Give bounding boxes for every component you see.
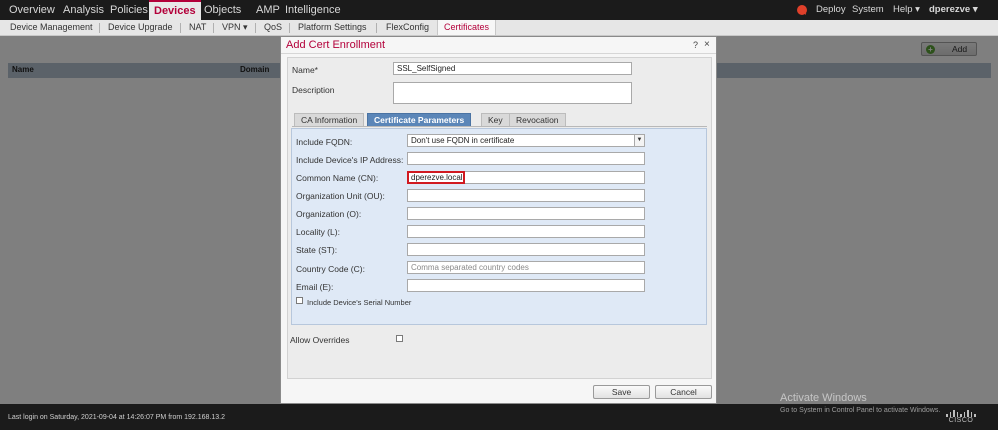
- deploy-link[interactable]: Deploy: [816, 0, 846, 20]
- subnav-device-upgrade[interactable]: Device Upgrade: [108, 20, 173, 35]
- divider: [255, 23, 256, 33]
- allow-overrides-checkbox[interactable]: [396, 335, 403, 342]
- subnav-platform-settings[interactable]: Platform Settings: [298, 20, 367, 35]
- cisco-logo: CISCO: [946, 410, 976, 427]
- tab-certificate-parameters[interactable]: Certificate Parameters: [367, 113, 472, 126]
- cancel-button[interactable]: Cancel: [655, 385, 712, 399]
- nav-objects[interactable]: Objects: [204, 0, 241, 20]
- subnav-device-management[interactable]: Device Management: [10, 20, 93, 35]
- divider: [99, 23, 100, 33]
- include-fqdn-value: Don't use FQDN in certificate: [411, 136, 515, 145]
- org-unit-label: Organization Unit (OU):: [296, 191, 385, 201]
- activate-windows-title: Activate Windows: [780, 392, 867, 404]
- divider: [281, 53, 716, 54]
- serial-number-checkbox[interactable]: [296, 297, 303, 304]
- organization-label: Organization (O):: [296, 209, 362, 219]
- email-label: Email (E):: [296, 282, 334, 292]
- include-fqdn-select[interactable]: Don't use FQDN in certificate ▼: [407, 134, 645, 147]
- tab-revocation[interactable]: Revocation: [509, 113, 566, 126]
- divider: [213, 23, 214, 33]
- system-link[interactable]: System: [852, 0, 884, 20]
- nav-policies[interactable]: Policies: [110, 0, 148, 20]
- user-menu[interactable]: dperezve ▾: [929, 0, 978, 20]
- device-ip-input[interactable]: [407, 152, 645, 165]
- help-icon[interactable]: ?: [693, 40, 698, 50]
- subnav-qos[interactable]: QoS: [264, 20, 282, 35]
- subnav-nat[interactable]: NAT: [189, 20, 206, 35]
- nav-overview[interactable]: Overview: [9, 0, 55, 20]
- chevron-down-icon: ▼: [634, 135, 644, 146]
- country-label: Country Code (C):: [296, 264, 365, 274]
- description-input[interactable]: [393, 82, 632, 104]
- organization-input[interactable]: [407, 207, 645, 220]
- divider: [376, 23, 377, 33]
- subnav-vpn[interactable]: VPN ▾: [222, 20, 248, 35]
- alert-count: 4: [803, 11, 807, 17]
- description-label: Description: [292, 85, 335, 95]
- name-label: Name*: [292, 65, 318, 75]
- dialog-title: Add Cert Enrollment: [286, 39, 386, 51]
- include-fqdn-label: Include FQDN:: [296, 137, 353, 147]
- common-name-label: Common Name (CN):: [296, 173, 379, 183]
- help-menu[interactable]: Help ▾: [893, 0, 920, 20]
- device-ip-label: Include Device's IP Address:: [296, 155, 404, 165]
- activate-windows-text: Go to System in Control Panel to activat…: [780, 407, 941, 414]
- cisco-bars-icon: [946, 410, 976, 417]
- serial-number-label: Include Device's Serial Number: [307, 298, 412, 307]
- save-button[interactable]: Save: [593, 385, 650, 399]
- divider: [289, 23, 290, 33]
- divider: [292, 126, 707, 127]
- allow-overrides-label: Allow Overrides: [290, 335, 350, 345]
- nav-devices[interactable]: Devices: [149, 0, 201, 20]
- sub-navigation: Device Management Device Upgrade NAT VPN…: [0, 20, 998, 36]
- nav-analysis[interactable]: Analysis: [63, 0, 104, 20]
- locality-input[interactable]: [407, 225, 645, 238]
- locality-label: Locality (L):: [296, 227, 340, 237]
- state-input[interactable]: [407, 243, 645, 256]
- divider: [180, 23, 181, 33]
- email-input[interactable]: [407, 279, 645, 292]
- highlight-box: [407, 171, 465, 184]
- country-input[interactable]: Comma separated country codes: [407, 261, 645, 274]
- last-login-text: Last login on Saturday, 2021-09-04 at 14…: [8, 414, 226, 421]
- org-unit-input[interactable]: [407, 189, 645, 202]
- subnav-certificates[interactable]: Certificates: [437, 20, 497, 35]
- top-navigation: Overview Analysis Policies Devices Objec…: [0, 0, 998, 20]
- close-icon[interactable]: ×: [704, 39, 710, 50]
- cisco-logo-text: CISCO: [948, 417, 974, 424]
- name-input[interactable]: SSL_SelfSigned: [393, 62, 632, 75]
- tab-ca-information[interactable]: CA Information: [294, 113, 365, 126]
- subnav-flexconfig[interactable]: FlexConfig: [386, 20, 429, 35]
- state-label: State (ST):: [296, 245, 338, 255]
- tab-key[interactable]: Key: [481, 113, 510, 126]
- nav-intelligence[interactable]: Intelligence: [285, 0, 341, 20]
- nav-amp[interactable]: AMP: [256, 0, 280, 20]
